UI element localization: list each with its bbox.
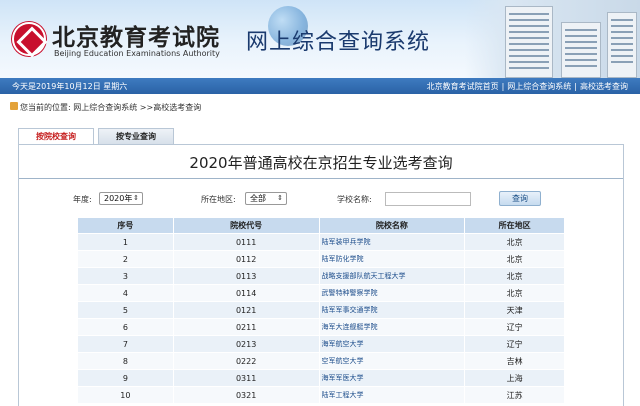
school-label: 学校名称: <box>337 195 372 204</box>
logo-chinese-name: 北京教育考试院 <box>52 24 220 51</box>
site-banner: 北京教育考试院 Beijing Education Examinations A… <box>0 0 640 78</box>
top-links: 北京教育考试院首页 | 网上综合查询系统 | 高校选考查询 <box>427 81 628 92</box>
region-label: 所在地区: <box>201 195 236 204</box>
cell-region: 北京 <box>464 250 565 268</box>
table-row: 2 0112 陆军防化学院 北京 <box>77 250 565 268</box>
cell-index: 8 <box>77 352 174 370</box>
link-home[interactable]: 北京教育考试院首页 <box>427 82 499 91</box>
current-date: 今天是2019年10月12日 星期六 <box>12 82 128 91</box>
link-query-system[interactable]: 网上综合查询系统 <box>507 82 571 91</box>
breadcrumb-text: 您当前的位置: 网上综合查询系统 >>高校选考查询 <box>20 102 201 113</box>
tab-by-school[interactable]: 按院校查询 <box>18 128 94 144</box>
year-label: 年度: <box>73 195 92 204</box>
select-arrows-icon: ⇕ <box>133 194 139 202</box>
cell-region: 天津 <box>464 301 565 319</box>
region-value: 全部 <box>250 194 266 203</box>
cell-code: 0222 <box>172 352 320 370</box>
cell-school-link[interactable]: 陆军军事交通学院 <box>318 301 466 319</box>
cell-region: 北京 <box>464 267 565 285</box>
cell-school-link[interactable]: 海军军医大学 <box>318 369 466 387</box>
cell-school-link[interactable]: 陆军装甲兵学院 <box>318 233 466 251</box>
page-title: 2020年普通高校在京招生专业选考查询 <box>189 154 453 172</box>
query-panel: 2020年普通高校在京招生专业选考查询 年度: 2020年 ⇕ 所在地区: 全部… <box>18 144 624 406</box>
cell-index: 10 <box>77 386 174 404</box>
breadcrumb: 您当前的位置: 网上综合查询系统 >>高校选考查询 <box>0 100 640 114</box>
site-title: 网上综合查询系统 <box>246 30 431 55</box>
table-row: 6 0211 海军大连舰艇学院 辽宁 <box>77 318 565 336</box>
cell-index: 4 <box>77 284 174 302</box>
cell-code: 0311 <box>172 369 320 387</box>
region-select[interactable]: 全部 ⇕ <box>245 192 287 205</box>
cell-region: 北京 <box>464 284 565 302</box>
table-row: 3 0113 战略支援部队航天工程大学 北京 <box>77 267 565 285</box>
cell-school-link[interactable]: 战略支援部队航天工程大学 <box>318 267 466 285</box>
link-separator: | <box>501 82 505 91</box>
cell-school-link[interactable]: 武警特种警察学院 <box>318 284 466 302</box>
table-row: 1 0111 陆军装甲兵学院 北京 <box>77 233 565 251</box>
table-row: 4 0114 武警特种警察学院 北京 <box>77 284 565 302</box>
results-table: 序号 院校代号 院校名称 所在地区 1 0111 陆军装甲兵学院 北京 2 0112 陆军… <box>77 217 565 404</box>
table-row: 7 0213 海军航空大学 辽宁 <box>77 335 565 353</box>
cell-code: 0112 <box>172 250 320 268</box>
cell-index: 2 <box>77 250 174 268</box>
table-row: 5 0121 陆军军事交通学院 天津 <box>77 301 565 319</box>
cell-code: 0113 <box>172 267 320 285</box>
cell-code: 0321 <box>172 386 320 404</box>
year-select[interactable]: 2020年 ⇕ <box>99 192 143 205</box>
cell-school-link[interactable]: 海军大连舰艇学院 <box>318 318 466 336</box>
link-separator: | <box>574 82 577 91</box>
search-button[interactable]: 查询 <box>499 191 541 206</box>
cell-code: 0114 <box>172 284 320 302</box>
speaker-icon <box>10 102 18 110</box>
cell-region: 上海 <box>464 369 565 387</box>
filter-bar: 年度: 2020年 ⇕ 所在地区: 全部 ⇕ 学校名称: 查询 <box>19 191 623 209</box>
cell-code: 0211 <box>172 318 320 336</box>
cell-region: 北京 <box>464 233 565 251</box>
cell-school-link[interactable]: 陆军工程大学 <box>318 386 466 404</box>
col-header-region: 所在地区 <box>464 217 565 234</box>
cell-region: 辽宁 <box>464 335 565 353</box>
cell-code: 0213 <box>172 335 320 353</box>
logo-english-name: Beijing Education Examinations Authority <box>54 49 220 58</box>
cell-region: 吉林 <box>464 352 565 370</box>
cell-region: 江苏 <box>464 386 565 404</box>
cell-index: 1 <box>77 233 174 251</box>
top-bar: 今天是2019年10月12日 星期六 北京教育考试院首页 | 网上综合查询系统 | 高校… <box>0 78 640 94</box>
col-header-index: 序号 <box>77 217 174 234</box>
col-header-school: 院校名称 <box>318 217 466 234</box>
breadcrumb-prefix: 您当前的位置: <box>20 103 71 112</box>
table-row: 10 0321 陆军工程大学 江苏 <box>77 386 565 404</box>
building-illustration <box>465 0 640 78</box>
cell-code: 0111 <box>172 233 320 251</box>
cell-school-link[interactable]: 空军航空大学 <box>318 352 466 370</box>
tab-by-major[interactable]: 按专业查询 <box>98 128 174 144</box>
cell-school-link[interactable]: 海军航空大学 <box>318 335 466 353</box>
col-header-code: 院校代号 <box>172 217 320 234</box>
select-arrows-icon: ⇕ <box>277 194 283 202</box>
cell-school-link[interactable]: 陆军防化学院 <box>318 250 466 268</box>
breadcrumb-trail[interactable]: 网上综合查询系统 >>高校选考查询 <box>73 103 201 112</box>
title-divider <box>19 178 623 179</box>
cell-index: 9 <box>77 369 174 387</box>
table-row: 9 0311 海军军医大学 上海 <box>77 369 565 387</box>
table-row: 8 0222 空军航空大学 吉林 <box>77 352 565 370</box>
cell-index: 3 <box>77 267 174 285</box>
link-elective-query[interactable]: 高校选考查询 <box>580 82 628 91</box>
cell-code: 0121 <box>172 301 320 319</box>
authority-logo-icon <box>12 22 46 56</box>
cell-index: 6 <box>77 318 174 336</box>
school-name-input[interactable] <box>385 192 471 206</box>
table-header-row: 序号 院校代号 院校名称 所在地区 <box>77 217 565 234</box>
year-value: 2020年 <box>104 194 133 203</box>
cell-region: 辽宁 <box>464 318 565 336</box>
cell-index: 7 <box>77 335 174 353</box>
cell-index: 5 <box>77 301 174 319</box>
